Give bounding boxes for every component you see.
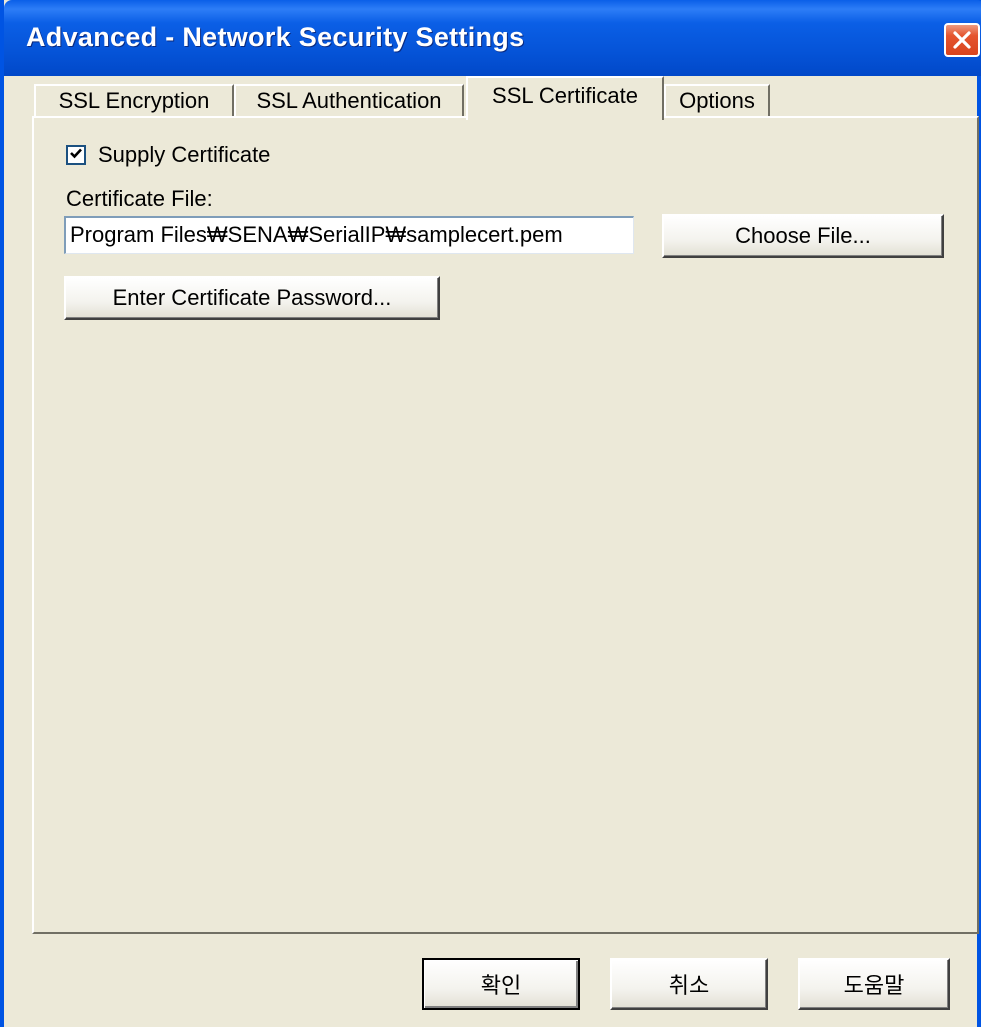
supply-certificate-label: Supply Certificate xyxy=(98,142,271,167)
tab-ssl-certificate[interactable]: SSL Certificate xyxy=(466,76,664,120)
choose-file-button[interactable]: Choose File... xyxy=(662,214,944,258)
certificate-file-field[interactable]: Program Files₩SENA₩SerialIP₩samplecert.p… xyxy=(64,216,634,254)
tab-options[interactable]: Options xyxy=(664,84,770,116)
supply-certificate-option[interactable]: Supply Certificate xyxy=(66,140,270,170)
close-button[interactable] xyxy=(944,23,980,57)
tab-ssl-encryption[interactable]: SSL Encryption xyxy=(34,84,234,116)
tab-label: Options xyxy=(679,88,755,113)
title-bar[interactable]: Advanced - Network Security Settings xyxy=(4,0,981,76)
certificate-file-label: Certificate File: xyxy=(66,186,213,211)
supply-certificate-checkbox[interactable] xyxy=(66,145,86,165)
tab-strip: SSL Encryption SSL Authentication Option… xyxy=(4,76,981,120)
close-icon xyxy=(951,29,973,51)
tab-label: SSL Authentication xyxy=(256,88,442,113)
enter-certificate-password-button[interactable]: Enter Certificate Password... xyxy=(64,276,440,320)
tab-ssl-authentication[interactable]: SSL Authentication xyxy=(234,84,464,116)
window-title: Advanced - Network Security Settings xyxy=(26,22,525,52)
checkmark-icon xyxy=(69,146,83,165)
cancel-button[interactable]: 취소 xyxy=(610,958,768,1010)
dialog-window: Advanced - Network Security Settings SSL… xyxy=(0,0,981,1027)
help-button[interactable]: 도움말 xyxy=(798,958,950,1010)
tab-label: SSL Encryption xyxy=(58,88,210,113)
ok-button[interactable]: 확인 xyxy=(422,958,580,1010)
tab-label: SSL Certificate xyxy=(492,83,638,108)
